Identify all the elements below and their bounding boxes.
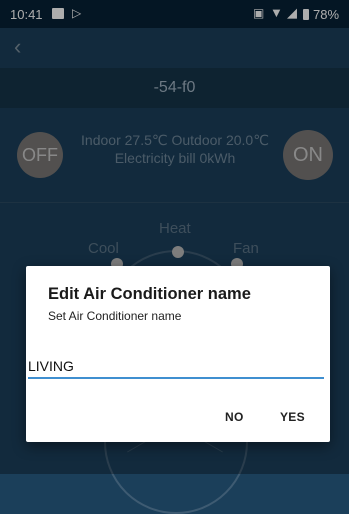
yes-button[interactable]: YES	[280, 410, 305, 424]
dialog-title: Edit Air Conditioner name	[48, 285, 251, 303]
edit-name-dialog: Edit Air Conditioner name Set Air Condit…	[26, 266, 330, 442]
dialog-message: Set Air Conditioner name	[48, 309, 182, 323]
no-button[interactable]: NO	[225, 410, 244, 424]
name-input[interactable]	[28, 355, 324, 379]
